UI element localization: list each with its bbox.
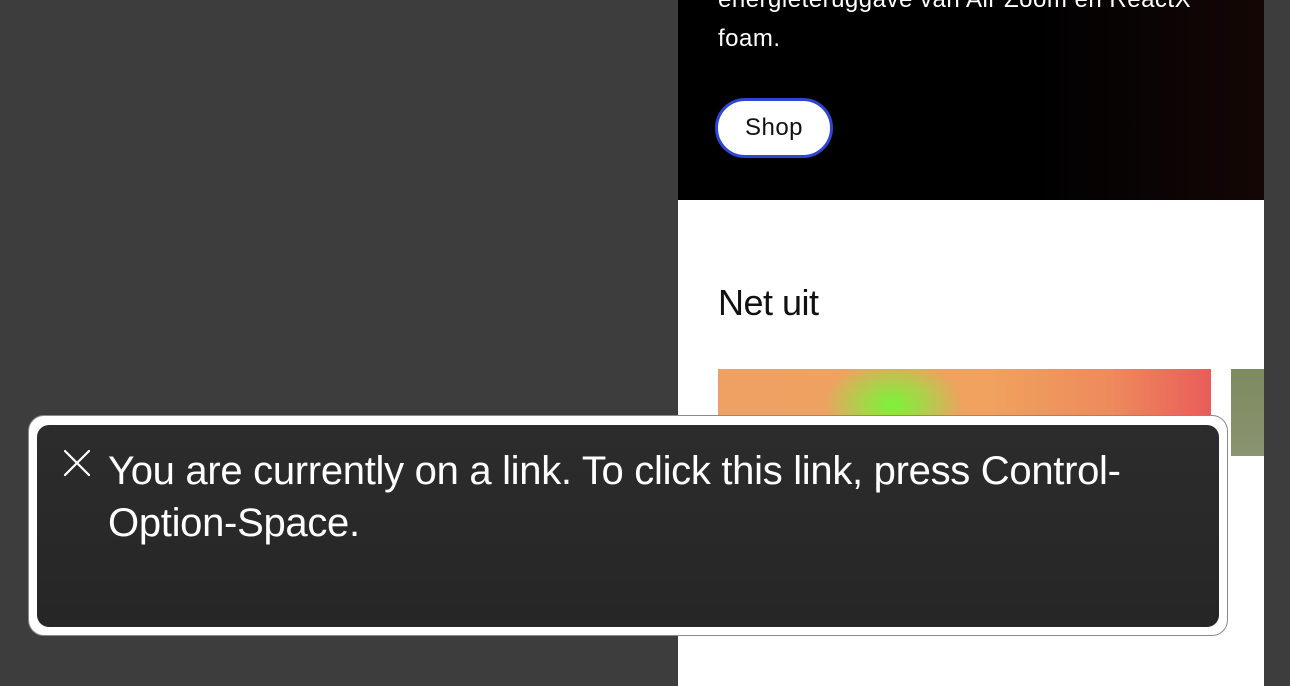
close-icon[interactable]	[61, 447, 93, 479]
product-card-image[interactable]	[1231, 369, 1264, 456]
section-title: Net uit	[718, 282, 819, 323]
shop-button[interactable]: Shop	[715, 98, 833, 158]
hero-banner: energieteruggave van Air Zoom en ReactX …	[678, 0, 1264, 200]
voiceover-hint-message: You are currently on a link. To click th…	[108, 449, 1121, 545]
hero-description: energieteruggave van Air Zoom en ReactX …	[718, 0, 1191, 52]
voiceover-hint-panel: You are currently on a link. To click th…	[37, 425, 1219, 627]
